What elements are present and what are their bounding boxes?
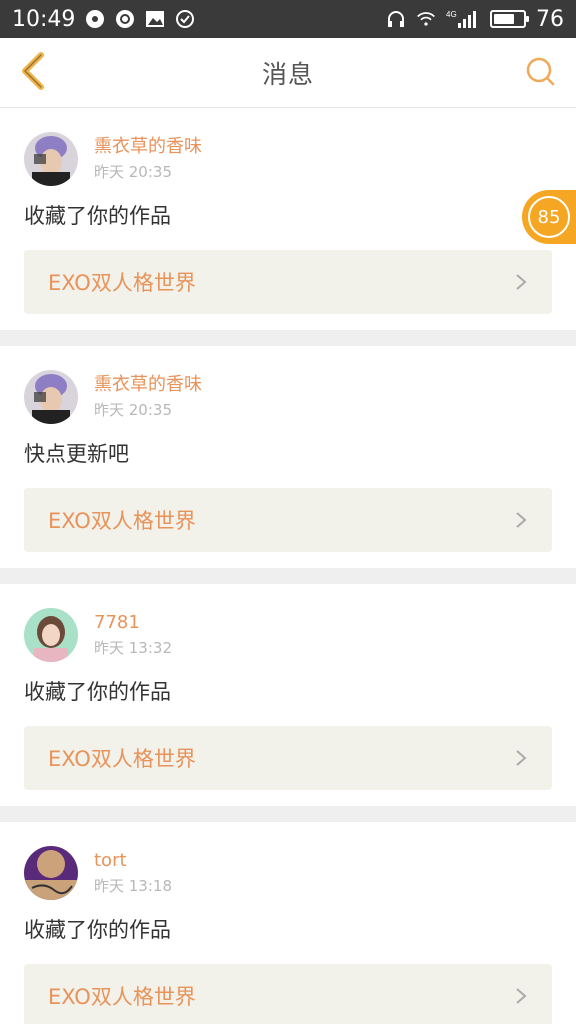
status-bar-left: 10:49 <box>12 7 195 32</box>
work-link[interactable]: EXO双人格世界 <box>24 250 552 314</box>
back-button[interactable] <box>12 52 52 94</box>
status-bar: 10:49 4G 76 <box>0 0 576 38</box>
chevron-right-icon <box>514 748 528 768</box>
status-bar-right: 4G 76 <box>386 7 564 32</box>
message-card: 熏衣草的香味 昨天 20:35 快点更新吧 EXO双人格世界 <box>0 346 576 568</box>
work-title: EXO双人格世界 <box>48 747 196 771</box>
message-list: 熏衣草的香味 昨天 20:35 收藏了你的作品 EXO双人格世界 熏衣草的香味 … <box>0 108 576 1024</box>
work-link[interactable]: EXO双人格世界 <box>24 488 552 552</box>
page-title: 消息 <box>261 59 314 89</box>
battery-icon <box>490 10 529 28</box>
message-card: tort 昨天 13:18 收藏了你的作品 EXO双人格世界 <box>0 822 576 1024</box>
search-icon <box>524 55 556 91</box>
message-time: 昨天 13:18 <box>94 877 172 895</box>
work-link[interactable]: EXO双人格世界 <box>24 964 552 1024</box>
work-title: EXO双人格世界 <box>48 985 196 1009</box>
top-nav: 消息 <box>0 38 576 108</box>
badge-value: 85 <box>528 196 570 238</box>
user-avatar[interactable] <box>24 608 78 662</box>
battery-fill <box>494 14 515 24</box>
work-link[interactable]: EXO双人格世界 <box>24 726 552 790</box>
headphones-icon <box>386 9 406 29</box>
battery-level: 76 <box>536 6 564 32</box>
status-time: 10:49 <box>12 6 76 32</box>
work-title: EXO双人格世界 <box>48 509 196 533</box>
message-time: 昨天 20:35 <box>94 163 172 181</box>
message-text: 收藏了你的作品 <box>24 204 171 228</box>
message-card: 熏衣草的香味 昨天 20:35 收藏了你的作品 EXO双人格世界 <box>0 108 576 330</box>
username-link[interactable]: tort <box>94 850 172 872</box>
work-title: EXO双人格世界 <box>48 271 196 295</box>
user-avatar[interactable] <box>24 132 78 186</box>
username-link[interactable]: 7781 <box>94 612 172 634</box>
message-time: 昨天 13:32 <box>94 639 172 657</box>
chevron-right-icon <box>514 272 528 292</box>
username-link[interactable]: 熏衣草的香味 <box>94 374 202 396</box>
search-button[interactable] <box>522 55 558 91</box>
sync-icon <box>115 9 135 29</box>
message-text: 快点更新吧 <box>24 442 129 466</box>
chevron-right-icon <box>514 986 528 1006</box>
message-card: 7781 昨天 13:32 收藏了你的作品 EXO双人格世界 <box>0 584 576 806</box>
username-link[interactable]: 熏衣草的香味 <box>94 136 202 158</box>
message-text: 收藏了你的作品 <box>24 918 171 942</box>
user-avatar[interactable] <box>24 846 78 900</box>
message-time: 昨天 20:35 <box>94 401 172 419</box>
image-icon <box>145 9 165 29</box>
chevron-right-icon <box>514 510 528 530</box>
signal-icon: 4G <box>446 9 478 29</box>
network-type-label: 4G <box>446 10 457 19</box>
user-avatar[interactable] <box>24 370 78 424</box>
wifi-icon <box>416 9 436 29</box>
chevron-left-icon <box>17 51 47 95</box>
message-text: 收藏了你的作品 <box>24 680 171 704</box>
check-circle-icon <box>175 9 195 29</box>
settings-icon <box>85 9 105 29</box>
floating-score-badge[interactable]: 85 <box>522 190 576 244</box>
